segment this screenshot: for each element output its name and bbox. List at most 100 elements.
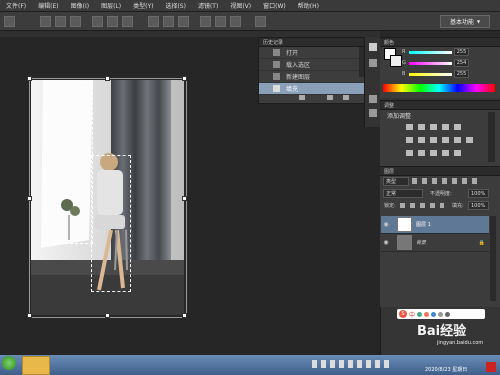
history-step-icon xyxy=(273,49,280,56)
workspace-switcher[interactable]: 基本功能 ▼ xyxy=(440,15,490,28)
voice-icon[interactable] xyxy=(431,311,437,317)
layer-filter-icons[interactable] xyxy=(412,178,482,184)
start-button-icon[interactable] xyxy=(2,356,16,370)
transform-handle[interactable] xyxy=(27,313,32,318)
punctuation-icon[interactable] xyxy=(417,311,423,317)
explorer-taskbar-item[interactable] xyxy=(22,356,50,375)
menu-window[interactable]: 窗口(W) xyxy=(257,1,292,10)
exposure-icon[interactable] xyxy=(442,124,449,130)
paragraph-icon[interactable] xyxy=(369,109,377,117)
channel-mixer-icon[interactable] xyxy=(454,137,461,143)
color-balance-icon[interactable] xyxy=(418,137,425,143)
history-step-icon xyxy=(273,85,280,92)
history-panel-icon[interactable] xyxy=(369,43,377,51)
transform-handle[interactable] xyxy=(105,76,110,81)
align-center-icon[interactable] xyxy=(55,16,66,27)
menu-image[interactable]: 图像(I) xyxy=(65,1,95,10)
channel-r-value[interactable]: 255 xyxy=(454,48,469,56)
transform-handle[interactable] xyxy=(27,196,32,201)
fill-input[interactable]: 100% xyxy=(468,201,489,210)
color-spectrum-bar[interactable] xyxy=(383,84,495,92)
channel-g-slider[interactable] xyxy=(409,62,452,65)
fill-label: 填充: xyxy=(452,203,464,209)
brightness-contrast-icon[interactable] xyxy=(406,124,413,130)
tray-icons[interactable] xyxy=(312,360,392,368)
gradient-map-icon[interactable] xyxy=(442,150,449,156)
channel-r-slider[interactable] xyxy=(409,51,452,54)
posterize-icon[interactable] xyxy=(418,150,425,156)
menu-type[interactable]: 类型(Y) xyxy=(127,1,159,10)
menu-select[interactable]: 选择(S) xyxy=(159,1,192,10)
history-item[interactable]: 新建图层 xyxy=(259,71,365,83)
distribute-icon[interactable] xyxy=(148,16,159,27)
eye-icon[interactable]: ◉ xyxy=(381,221,391,228)
character-icon[interactable] xyxy=(369,95,377,103)
opacity-input[interactable]: 100% xyxy=(468,189,489,198)
layers-tab[interactable]: 图层 xyxy=(380,167,500,176)
color-lookup-icon[interactable] xyxy=(466,137,473,143)
keyboard-icon[interactable] xyxy=(438,311,444,317)
menu-edit[interactable]: 编辑(E) xyxy=(32,1,64,10)
history-item[interactable]: 载入选区 xyxy=(259,59,365,71)
transform-handle[interactable] xyxy=(105,313,110,318)
channel-g-label: G xyxy=(402,60,406,66)
blend-mode-select[interactable]: 正常 xyxy=(383,189,423,198)
transform-handle[interactable] xyxy=(27,76,32,81)
channel-b-value[interactable]: 255 xyxy=(454,70,469,78)
layer-row-layer1[interactable]: ◉ 图层 1 xyxy=(381,216,489,234)
menu-help[interactable]: 帮助(H) xyxy=(292,1,325,10)
transform-handle[interactable] xyxy=(182,313,187,318)
adjustments-tab[interactable]: 调整 xyxy=(380,101,500,110)
distribute-icon[interactable] xyxy=(215,16,226,27)
black-white-icon[interactable] xyxy=(430,137,437,143)
ime-mode[interactable]: 中 xyxy=(409,310,415,319)
layer-filter-select[interactable]: 类型 xyxy=(383,177,409,186)
threshold-icon[interactable] xyxy=(430,150,437,156)
trash-icon[interactable] xyxy=(343,95,349,100)
ime-toolbar[interactable]: S 中 xyxy=(397,309,485,319)
align-bottom-icon[interactable] xyxy=(122,16,133,27)
distribute-icon[interactable] xyxy=(178,16,189,27)
auto-align-icon[interactable] xyxy=(255,16,266,27)
eye-icon[interactable]: ◉ xyxy=(381,239,391,246)
properties-icon[interactable] xyxy=(369,59,377,67)
menu-file[interactable]: 文件(F) xyxy=(0,1,32,10)
background-color-swatch[interactable] xyxy=(390,55,402,67)
transform-bounding-box[interactable] xyxy=(29,78,187,318)
menu-layer[interactable]: 图层(L) xyxy=(95,1,127,10)
distribute-icon[interactable] xyxy=(230,16,241,27)
hue-saturation-icon[interactable] xyxy=(406,137,413,143)
new-document-icon[interactable] xyxy=(299,95,305,100)
history-item-active[interactable]: 填充 xyxy=(259,83,365,95)
transform-handle[interactable] xyxy=(182,76,187,81)
layer-row-background[interactable]: ◉ 背景 🔒 xyxy=(381,234,489,252)
transform-handle[interactable] xyxy=(182,196,187,201)
history-item[interactable]: 打开 xyxy=(259,47,365,59)
align-right-icon[interactable] xyxy=(70,16,81,27)
tool-preset-icon[interactable] xyxy=(4,16,15,27)
invert-icon[interactable] xyxy=(406,150,413,156)
photo-filter-icon[interactable] xyxy=(442,137,449,143)
channel-b-slider[interactable] xyxy=(409,73,452,76)
menu-filter[interactable]: 滤镜(T) xyxy=(192,1,224,10)
align-left-icon[interactable] xyxy=(40,16,51,27)
snapshot-icon[interactable] xyxy=(327,95,333,100)
settings-icon[interactable] xyxy=(445,311,451,317)
layers-scrollbar[interactable] xyxy=(490,216,496,301)
menu-view[interactable]: 视图(V) xyxy=(224,1,257,10)
emoji-icon[interactable] xyxy=(424,311,430,317)
align-top-icon[interactable] xyxy=(92,16,103,27)
notification-icon[interactable] xyxy=(486,362,496,372)
selective-color-icon[interactable] xyxy=(454,150,461,156)
levels-icon[interactable] xyxy=(418,124,425,130)
vibrance-icon[interactable] xyxy=(454,124,461,130)
panel-icon-strip xyxy=(364,37,381,127)
color-tab[interactable]: 颜色 xyxy=(380,38,500,47)
distribute-icon[interactable] xyxy=(163,16,174,27)
distribute-icon[interactable] xyxy=(200,16,211,27)
adjustments-scrollbar[interactable] xyxy=(488,112,495,162)
channel-g-value[interactable]: 254 xyxy=(454,59,469,67)
curves-icon[interactable] xyxy=(430,124,437,130)
align-middle-icon[interactable] xyxy=(107,16,118,27)
lock-icons[interactable] xyxy=(400,203,444,208)
